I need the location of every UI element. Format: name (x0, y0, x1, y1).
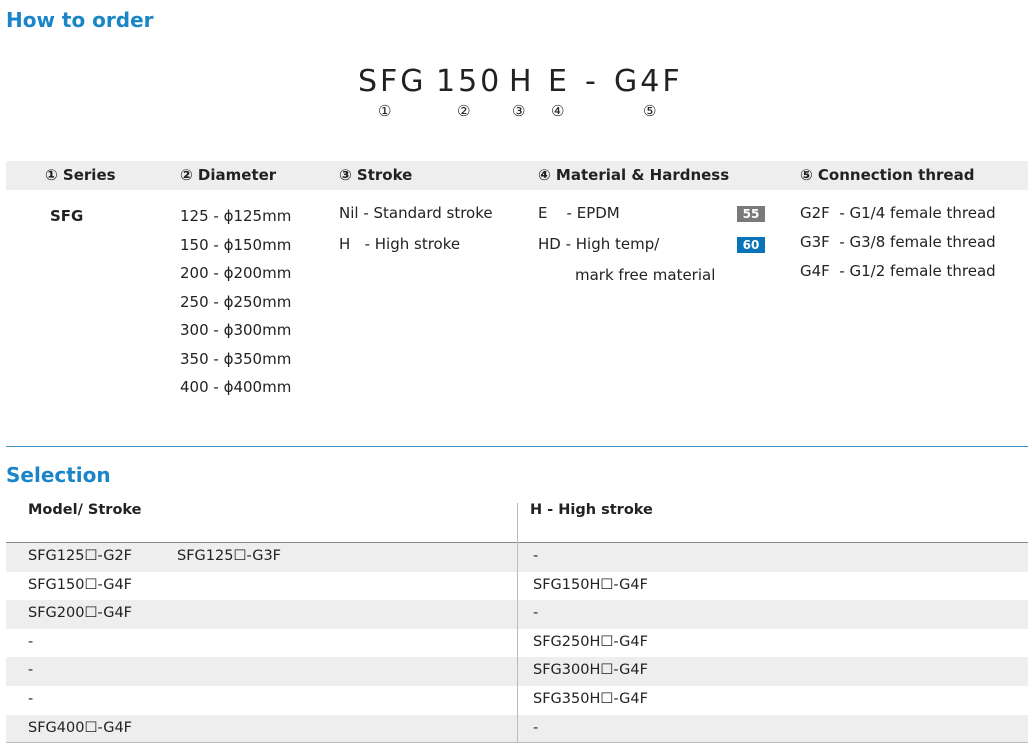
section-divider (6, 446, 1028, 447)
high-stroke-cell: SFG250H☐-G4F (533, 633, 648, 650)
marker-4: ④ (551, 102, 565, 120)
selection-title: Selection (6, 463, 111, 487)
series-value: SFG (50, 207, 84, 225)
diameter-item: 150 - ϕ150mm (180, 236, 292, 254)
model-cell: SFG200☐-G4F (28, 605, 133, 622)
model-cell: SFG400☐-G4F (28, 719, 133, 736)
material-item-cont: mark free material (575, 266, 716, 284)
thread-item: G4F - G1/2 female thread (800, 262, 996, 280)
code-diameter: 150 (436, 64, 503, 99)
header-thread: ⑤ Connection thread (800, 166, 975, 184)
diameter-item: 200 - ϕ200mm (180, 264, 292, 282)
hardness-badge: 60 (737, 237, 765, 253)
diameter-item: 350 - ϕ350mm (180, 350, 292, 368)
stroke-item: Nil - Standard stroke (339, 204, 493, 222)
header-stroke: ③ Stroke (339, 166, 413, 184)
header-high-stroke: H - High stroke (530, 502, 653, 518)
header-material: ④ Material & Hardness (538, 166, 730, 184)
high-stroke-cell: SFG300H☐-G4F (533, 662, 648, 679)
model-cell: - (28, 662, 34, 679)
hardness-badge: 55 (737, 206, 765, 222)
code-material: E (548, 64, 570, 99)
diameter-item: 300 - ϕ300mm (180, 321, 292, 339)
stroke-item: H - High stroke (339, 235, 461, 253)
code-dash: - (585, 64, 599, 99)
model-cell: - (28, 633, 34, 650)
material-item: HD - High temp/ (538, 235, 660, 253)
marker-1: ① (378, 102, 392, 120)
code-thread: G4F (614, 64, 683, 99)
column-divider (517, 503, 518, 743)
high-stroke-cell: - (533, 719, 539, 736)
diameter-item: 250 - ϕ250mm (180, 293, 292, 311)
high-stroke-cell: - (533, 548, 539, 564)
marker-5: ⑤ (643, 102, 657, 120)
header-series: ① Series (45, 166, 116, 184)
header-diameter: ② Diameter (180, 166, 277, 184)
model-cell: SFG150☐-G4F (28, 576, 133, 593)
model-cell: SFG125☐-G2F (28, 548, 133, 564)
thread-item: G3F - G3/8 female thread (800, 233, 996, 251)
model-alt-cell: SFG125☐-G3F (177, 548, 282, 564)
high-stroke-cell: SFG350H☐-G4F (533, 691, 648, 707)
code-stroke: H (509, 64, 535, 99)
marker-2: ② (457, 102, 471, 120)
material-item: E - EPDM (538, 204, 620, 222)
diameter-item: 400 - ϕ400mm (180, 378, 292, 396)
table-bottom-line (6, 742, 1028, 743)
how-to-order-title: How to order (6, 8, 154, 32)
model-cell: - (28, 691, 34, 707)
high-stroke-cell: SFG150H☐-G4F (533, 576, 648, 593)
code-series: SFG (358, 64, 427, 99)
header-model: Model/ Stroke (28, 502, 142, 518)
high-stroke-cell: - (533, 605, 539, 622)
marker-3: ③ (512, 102, 526, 120)
thread-item: G2F - G1/4 female thread (800, 204, 996, 222)
diameter-item: 125 - ϕ125mm (180, 207, 292, 225)
